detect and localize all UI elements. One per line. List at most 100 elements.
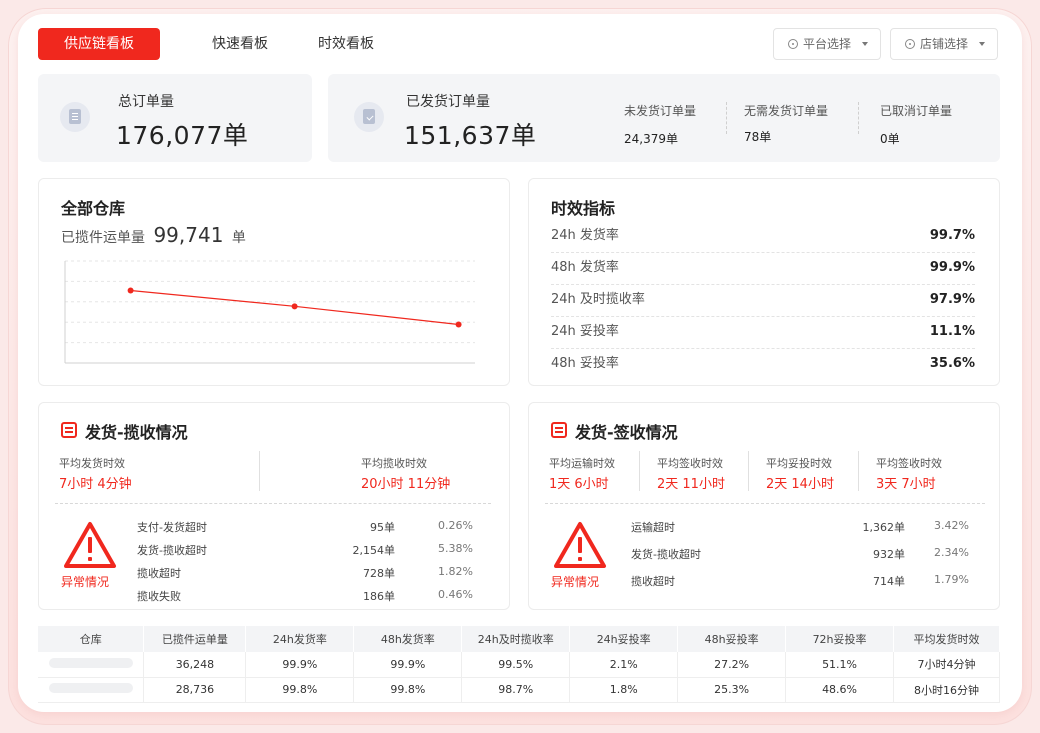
abnormal-label: 异常情况: [551, 575, 600, 589]
exception-count: 186单: [363, 590, 395, 603]
platform-select-label: 平台选择: [803, 37, 852, 51]
column-header[interactable]: 仓库: [38, 626, 145, 652]
metric-label: 24h 妥投率: [551, 324, 619, 339]
collected-unit: 单: [231, 230, 246, 246]
total-orders-label: 总订单量: [118, 94, 174, 110]
warehouse-table: 仓库 已揽件运单量 24h发货率 48h发货率 24h及时揽收率 24h妥投率 …: [38, 626, 1000, 703]
unshipped-value: 24,379单: [624, 132, 678, 146]
metric-row: 24h 发货率 99.7%: [551, 221, 975, 253]
clipboard-check-icon: [354, 102, 384, 132]
metric-label: 24h 及时揽收率: [551, 292, 645, 307]
collected-value: 99,741: [153, 223, 224, 247]
exception-label: 支付-发货超时: [137, 521, 207, 534]
redacted-placeholder: [48, 657, 133, 668]
column-header[interactable]: 平均发货时效: [893, 626, 1000, 652]
exception-pct: 0.46%: [438, 588, 473, 601]
tab-quick[interactable]: 快速看板: [202, 28, 278, 60]
exception-count: 932单: [873, 548, 905, 561]
exception-label: 揽收超时: [631, 575, 675, 588]
metric-value: 99.9%: [929, 260, 975, 275]
divider: [259, 451, 260, 491]
table-cell: 28,736: [143, 677, 247, 703]
column-header[interactable]: 24h发货率: [245, 626, 355, 652]
metric-value: 99.7%: [929, 228, 975, 243]
dashboard: 供应链看板 快速看板 时效看板 平台选择 店铺选择 总订单量 176,077单 …: [18, 14, 1022, 712]
divider: [726, 102, 727, 134]
tab-timeliness[interactable]: 时效看板: [308, 28, 384, 60]
column-header[interactable]: 已揽件运单量: [143, 626, 247, 652]
no-ship-label: 无需发货订单量: [744, 104, 829, 118]
document-icon: [60, 102, 90, 132]
metric-row: 24h 及时揽收率 97.9%: [551, 285, 975, 317]
platform-select[interactable]: 平台选择: [773, 28, 881, 60]
chevron-down-icon: [862, 42, 868, 46]
column-header[interactable]: 48h妥投率: [677, 626, 787, 652]
data-point[interactable]: [127, 287, 134, 294]
exception-label: 运输超时: [631, 521, 675, 534]
store-select-label: 店铺选择: [920, 37, 969, 51]
signing-metric-value: 1天 6小时: [549, 477, 609, 492]
exception-pct: 2.34%: [934, 546, 969, 559]
metric-value: 11.1%: [929, 324, 975, 339]
table-row[interactable]: 28,736 99.8% 99.8% 98.7% 1.8% 25.3% 48.6…: [38, 677, 1000, 703]
divider: [858, 102, 859, 134]
column-header[interactable]: 24h妥投率: [569, 626, 679, 652]
column-header[interactable]: 24h及时揽收率: [461, 626, 571, 652]
exception-pct: 0.26%: [438, 519, 473, 532]
signing-metric-label: 平均妥投时效: [766, 457, 832, 470]
table-cell: 7小时4分钟: [893, 652, 1000, 678]
metric-label: 48h 发货率: [551, 260, 619, 275]
receipt-icon: [551, 422, 567, 438]
abnormal-label: 异常情况: [61, 575, 110, 589]
timeliness-title: 时效指标: [551, 199, 616, 218]
exception-count: 728单: [363, 567, 395, 580]
divider: [748, 451, 749, 491]
store-select[interactable]: 店铺选择: [890, 28, 998, 60]
no-ship-value: 78单: [744, 130, 772, 144]
exception-pct: 1.79%: [934, 573, 969, 586]
metric-row: 48h 发货率 99.9%: [551, 253, 975, 285]
timeliness-card: 时效指标 24h 发货率 99.7% 48h 发货率 99.9% 24h 及时揽收率…: [528, 178, 1000, 386]
exception-count: 1,362单: [862, 521, 906, 534]
divider: [639, 451, 640, 491]
signing-metric-label: 平均签收时效: [876, 457, 942, 470]
column-header[interactable]: 72h妥投率: [785, 626, 895, 652]
total-orders-card: 总订单量 176,077单: [38, 74, 312, 162]
column-header[interactable]: 48h发货率: [353, 626, 463, 652]
divider: [545, 503, 985, 504]
collected-label: 已揽件运单量: [61, 230, 145, 246]
pickup-title: 发货-揽收情况: [85, 423, 188, 442]
data-point[interactable]: [291, 303, 298, 310]
warning-icon: [554, 522, 606, 568]
data-point[interactable]: [455, 321, 462, 328]
shipped-orders-card: 已发货订单量 151,637单 未发货订单量 24,379单 无需发货订单量 7…: [328, 74, 1000, 162]
target-icon: [788, 39, 798, 49]
exception-label: 揽收失败: [137, 590, 181, 603]
signing-metric-value: 2天 14小时: [766, 477, 834, 492]
shipped-value: 151,637单: [404, 121, 537, 150]
metric-row: 48h 妥投率 35.6%: [551, 349, 975, 381]
table-cell: 25.3%: [677, 677, 787, 703]
table-cell: 98.7%: [461, 677, 571, 703]
target-icon: [905, 39, 915, 49]
table-row[interactable]: 36,248 99.9% 99.9% 99.5% 2.1% 27.2% 51.1…: [38, 652, 1000, 678]
metric-row: 24h 妥投率 11.1%: [551, 317, 975, 349]
exception-pct: 1.82%: [438, 565, 473, 578]
warehouse-title: 全部仓库: [61, 199, 126, 218]
metric-value: 35.6%: [929, 356, 975, 371]
tab-supply-chain[interactable]: 供应链看板: [38, 28, 160, 60]
metric-value: 97.9%: [929, 292, 975, 307]
divider: [858, 451, 859, 491]
metric-label: 24h 发货率: [551, 228, 619, 243]
avg-ship-label: 平均发货时效: [59, 457, 125, 470]
table-cell: 99.9%: [245, 652, 355, 678]
table-cell: [38, 652, 145, 678]
table-cell: 36,248: [143, 652, 247, 678]
exception-count: 2,154单: [352, 544, 396, 557]
table-cell: [38, 677, 145, 703]
exception-label: 发货-揽收超时: [137, 544, 207, 557]
table-cell: 27.2%: [677, 652, 787, 678]
table-cell: 51.1%: [785, 652, 895, 678]
signing-metric-value: 2天 11小时: [657, 477, 725, 492]
cancelled-label: 已取消订单量: [880, 104, 953, 118]
